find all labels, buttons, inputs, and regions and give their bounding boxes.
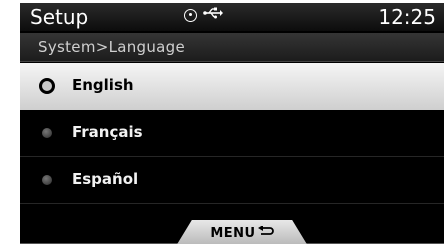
menu-label: MENU bbox=[210, 225, 256, 241]
disc-icon bbox=[184, 8, 197, 22]
radio-unselected-icon bbox=[42, 175, 52, 185]
screen: Setup 12:25 System>Language English Fran… bbox=[20, 3, 444, 244]
menu-button[interactable]: MENU bbox=[176, 220, 308, 244]
breadcrumb: System>Language bbox=[38, 38, 186, 56]
language-item-espanol[interactable]: Español bbox=[20, 157, 444, 204]
language-item-francais[interactable]: Français bbox=[20, 110, 444, 157]
usb-icon bbox=[203, 7, 223, 23]
back-arrow-icon bbox=[257, 224, 274, 241]
radio-unselected-icon bbox=[42, 128, 52, 138]
page-title: Setup bbox=[30, 5, 89, 29]
language-item-english[interactable]: English bbox=[20, 63, 444, 110]
breadcrumb-bar: System>Language bbox=[20, 33, 444, 62]
status-icons bbox=[184, 7, 223, 23]
language-label: English bbox=[72, 76, 134, 94]
radio-selected-icon bbox=[39, 78, 55, 94]
language-label: Español bbox=[72, 170, 139, 188]
language-label: Français bbox=[72, 123, 143, 141]
clock: 12:25 bbox=[378, 5, 436, 29]
status-bar: Setup 12:25 bbox=[20, 3, 444, 31]
